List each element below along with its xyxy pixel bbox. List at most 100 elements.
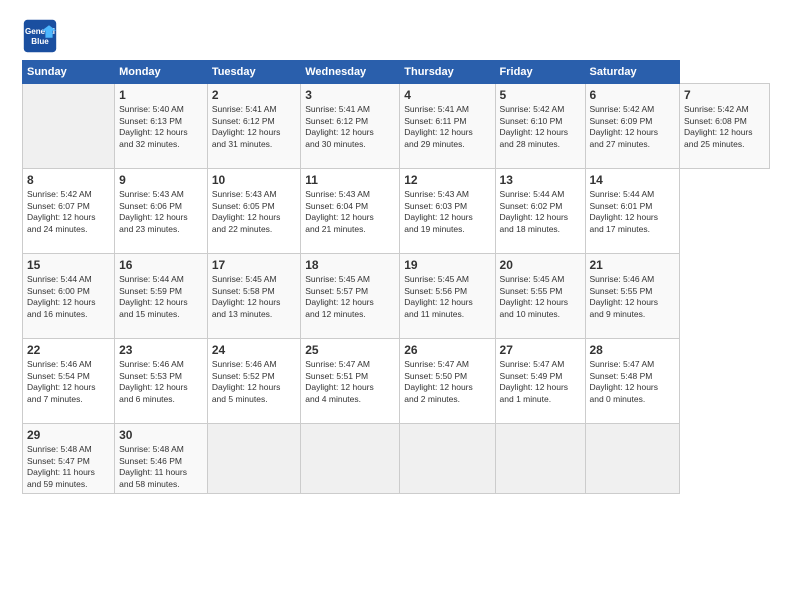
day-info: and 21 minutes. <box>305 224 395 235</box>
logo: General Blue <box>22 18 62 54</box>
day-info: Sunset: 6:13 PM <box>119 116 203 127</box>
col-header-friday: Friday <box>495 61 585 84</box>
day-info: Daylight: 12 hours <box>305 382 395 393</box>
day-info: Sunrise: 5:42 AM <box>684 104 765 115</box>
col-header-sunday: Sunday <box>23 61 115 84</box>
day-info: Sunrise: 5:45 AM <box>212 274 296 285</box>
day-info: and 5 minutes. <box>212 394 296 405</box>
day-info: Sunrise: 5:45 AM <box>500 274 581 285</box>
day-info: Sunrise: 5:47 AM <box>305 359 395 370</box>
day-info: Sunrise: 5:43 AM <box>119 189 203 200</box>
table-row: 23Sunrise: 5:46 AMSunset: 5:53 PMDayligh… <box>115 339 208 424</box>
day-number: 4 <box>404 87 490 103</box>
day-info: Sunset: 6:12 PM <box>305 116 395 127</box>
col-header-monday: Monday <box>115 61 208 84</box>
day-info: Sunset: 6:05 PM <box>212 201 296 212</box>
day-number: 6 <box>590 87 676 103</box>
day-info: and 30 minutes. <box>305 139 395 150</box>
day-info: Sunrise: 5:44 AM <box>590 189 676 200</box>
col-header-wednesday: Wednesday <box>301 61 400 84</box>
table-row <box>400 424 495 494</box>
day-info: Sunrise: 5:42 AM <box>500 104 581 115</box>
day-info: Sunset: 6:01 PM <box>590 201 676 212</box>
day-info: Sunset: 6:04 PM <box>305 201 395 212</box>
day-info: Sunset: 6:10 PM <box>500 116 581 127</box>
day-info: Daylight: 12 hours <box>119 297 203 308</box>
table-row: 1Sunrise: 5:40 AMSunset: 6:13 PMDaylight… <box>115 84 208 169</box>
day-info: and 9 minutes. <box>590 309 676 320</box>
day-info: Daylight: 11 hours <box>119 467 203 478</box>
day-info: Sunrise: 5:47 AM <box>500 359 581 370</box>
day-info: and 58 minutes. <box>119 479 203 490</box>
day-info: Sunset: 5:48 PM <box>590 371 676 382</box>
table-row: 6Sunrise: 5:42 AMSunset: 6:09 PMDaylight… <box>585 84 680 169</box>
day-info: Sunrise: 5:40 AM <box>119 104 203 115</box>
day-info: and 10 minutes. <box>500 309 581 320</box>
table-row <box>585 424 680 494</box>
page: General Blue SundayMondayTuesdayWednesda… <box>0 0 792 504</box>
day-info: and 31 minutes. <box>212 139 296 150</box>
day-info: and 25 minutes. <box>684 139 765 150</box>
table-row: 3Sunrise: 5:41 AMSunset: 6:12 PMDaylight… <box>301 84 400 169</box>
day-info: Daylight: 12 hours <box>404 212 490 223</box>
day-number: 24 <box>212 342 296 358</box>
day-number: 14 <box>590 172 676 188</box>
day-info: Daylight: 12 hours <box>500 127 581 138</box>
day-info: and 0 minutes. <box>590 394 676 405</box>
table-row: 14Sunrise: 5:44 AMSunset: 6:01 PMDayligh… <box>585 169 680 254</box>
day-info: Sunset: 5:57 PM <box>305 286 395 297</box>
day-info: Sunrise: 5:46 AM <box>212 359 296 370</box>
table-row: 26Sunrise: 5:47 AMSunset: 5:50 PMDayligh… <box>400 339 495 424</box>
day-info: Sunrise: 5:41 AM <box>212 104 296 115</box>
table-row: 17Sunrise: 5:45 AMSunset: 5:58 PMDayligh… <box>207 254 300 339</box>
day-info: Daylight: 12 hours <box>590 297 676 308</box>
day-info: Daylight: 12 hours <box>27 382 110 393</box>
day-info: Sunset: 6:02 PM <box>500 201 581 212</box>
table-row: 27Sunrise: 5:47 AMSunset: 5:49 PMDayligh… <box>495 339 585 424</box>
table-row: 29Sunrise: 5:48 AMSunset: 5:47 PMDayligh… <box>23 424 115 494</box>
day-info: Sunset: 5:52 PM <box>212 371 296 382</box>
table-row <box>207 424 300 494</box>
day-info: and 23 minutes. <box>119 224 203 235</box>
day-info: Daylight: 12 hours <box>305 212 395 223</box>
day-info: Daylight: 12 hours <box>305 127 395 138</box>
day-number: 5 <box>500 87 581 103</box>
day-info: Daylight: 12 hours <box>404 382 490 393</box>
day-info: Daylight: 12 hours <box>27 297 110 308</box>
day-info: Sunset: 5:55 PM <box>500 286 581 297</box>
day-number: 17 <box>212 257 296 273</box>
day-info: Sunset: 5:59 PM <box>119 286 203 297</box>
day-info: Sunrise: 5:44 AM <box>119 274 203 285</box>
day-info: Sunrise: 5:41 AM <box>305 104 395 115</box>
day-info: Sunset: 5:46 PM <box>119 456 203 467</box>
day-info: Daylight: 12 hours <box>212 297 296 308</box>
day-number: 19 <box>404 257 490 273</box>
day-info: Sunset: 6:11 PM <box>404 116 490 127</box>
day-info: and 59 minutes. <box>27 479 110 490</box>
day-number: 3 <box>305 87 395 103</box>
day-info: Sunrise: 5:46 AM <box>590 274 676 285</box>
day-number: 15 <box>27 257 110 273</box>
day-info: Sunrise: 5:43 AM <box>305 189 395 200</box>
day-number: 23 <box>119 342 203 358</box>
day-info: Sunset: 6:07 PM <box>27 201 110 212</box>
table-row: 8Sunrise: 5:42 AMSunset: 6:07 PMDaylight… <box>23 169 115 254</box>
day-info: and 4 minutes. <box>305 394 395 405</box>
day-info: and 19 minutes. <box>404 224 490 235</box>
day-number: 27 <box>500 342 581 358</box>
day-info: Sunrise: 5:44 AM <box>500 189 581 200</box>
day-number: 18 <box>305 257 395 273</box>
header: General Blue <box>22 18 770 54</box>
day-info: and 22 minutes. <box>212 224 296 235</box>
day-info: Daylight: 12 hours <box>590 127 676 138</box>
day-info: Sunset: 5:58 PM <box>212 286 296 297</box>
day-info: Sunset: 5:55 PM <box>590 286 676 297</box>
table-row: 30Sunrise: 5:48 AMSunset: 5:46 PMDayligh… <box>115 424 208 494</box>
table-row: 22Sunrise: 5:46 AMSunset: 5:54 PMDayligh… <box>23 339 115 424</box>
table-row: 18Sunrise: 5:45 AMSunset: 5:57 PMDayligh… <box>301 254 400 339</box>
day-number: 10 <box>212 172 296 188</box>
day-info: and 15 minutes. <box>119 309 203 320</box>
table-row: 16Sunrise: 5:44 AMSunset: 5:59 PMDayligh… <box>115 254 208 339</box>
day-info: and 1 minute. <box>500 394 581 405</box>
table-row: 28Sunrise: 5:47 AMSunset: 5:48 PMDayligh… <box>585 339 680 424</box>
